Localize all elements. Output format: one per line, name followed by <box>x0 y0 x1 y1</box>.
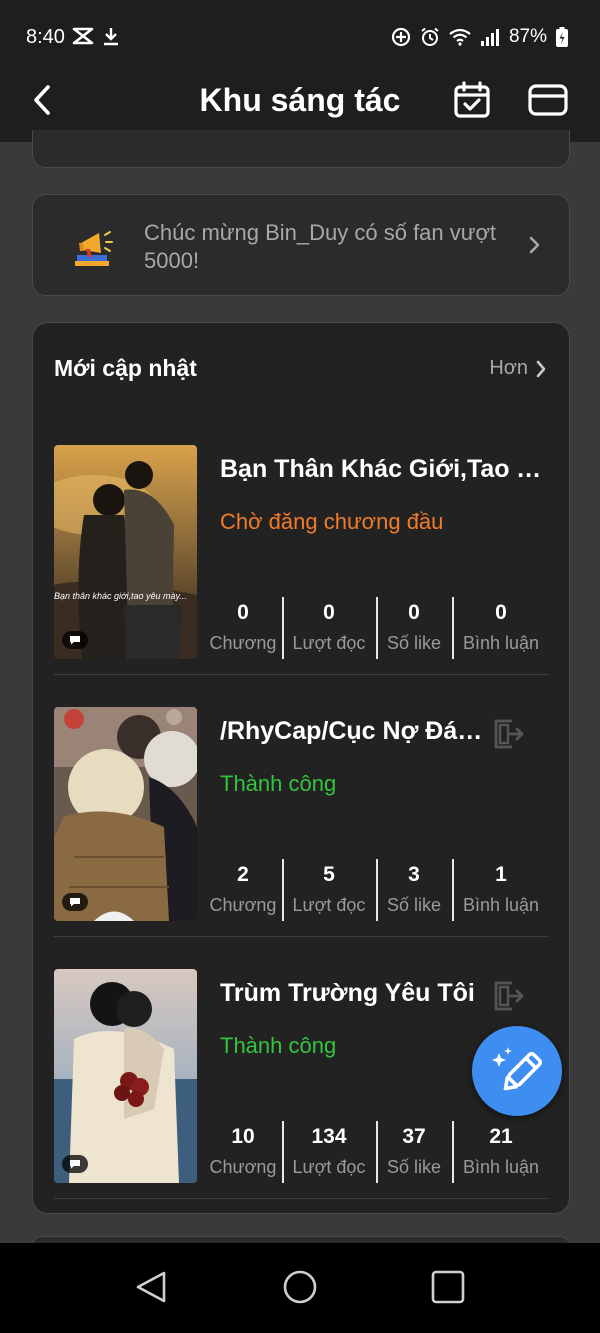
calendar-button[interactable] <box>452 80 492 120</box>
nav-back-icon[interactable] <box>134 1269 170 1305</box>
stat-chapters: 10 Chương <box>204 1121 282 1183</box>
stat-comments: 0 Bình luận <box>452 597 550 659</box>
stat-value: 3 <box>408 863 420 886</box>
stat-label: Số like <box>386 895 442 915</box>
divider <box>54 936 549 937</box>
story-title[interactable]: Trùm Trường Yêu Tôi <box>220 979 486 1008</box>
cover-image <box>54 445 197 659</box>
cover-image <box>54 707 197 921</box>
alarm-icon <box>421 27 439 46</box>
story-stats: 2 Chương 5 Lượt đọc 3 Số like 1 Bình luậ… <box>204 859 550 921</box>
divider <box>54 674 549 675</box>
magic-pen-icon <box>492 1047 543 1091</box>
stat-label: Lượt đọc <box>292 895 366 915</box>
story-title[interactable]: Bạn Thân Khác Giới,Tao Y... <box>220 455 546 484</box>
cover-image <box>54 969 197 1183</box>
stat-label: Chương <box>209 1157 277 1177</box>
system-nav-bar <box>0 1243 600 1333</box>
data-saver-icon <box>391 27 411 47</box>
story-cover[interactable]: Bạn thân khác giới,tao yêu mày... <box>54 445 197 659</box>
stat-likes: 0 Số like <box>376 597 452 659</box>
stat-label: Chương <box>209 633 277 653</box>
previous-card <box>32 130 570 168</box>
capcut-icon <box>72 27 94 45</box>
stat-likes: 37 Số like <box>376 1121 452 1183</box>
stat-label: Bình luận <box>462 633 540 653</box>
story-cover[interactable] <box>54 707 197 921</box>
stat-value: 0 <box>237 601 249 624</box>
story-status: Thành công <box>220 1033 337 1058</box>
story-item[interactable]: /RhyCap/Cục Nợ Đán... Thành công 2 Chươn… <box>54 707 549 921</box>
stat-value: 0 <box>408 601 420 624</box>
stat-value: 0 <box>495 601 507 624</box>
mail-icon <box>528 84 568 116</box>
stat-label: Lượt đọc <box>292 633 366 653</box>
stat-reads: 0 Lượt đọc <box>282 597 376 659</box>
story-item[interactable]: Bạn thân khác giới,tao yêu mày... Bạn Th… <box>54 445 549 659</box>
stat-value: 21 <box>489 1125 513 1148</box>
story-stats: 10 Chương 134 Lượt đọc 37 Số like 21 Bìn… <box>204 1121 550 1183</box>
stat-comments: 1 Bình luận <box>452 859 550 921</box>
stat-value: 5 <box>323 863 335 886</box>
stat-chapters: 2 Chương <box>204 859 282 921</box>
status-bar: 8:40 87% <box>0 0 600 70</box>
stat-value: 0 <box>323 601 335 624</box>
section-title: Mới cập nhật <box>54 355 197 381</box>
status-time: 8:40 <box>26 26 65 48</box>
cover-caption: Bạn thân khác giới,tao yêu mày... <box>54 591 187 601</box>
page-title: Khu sáng tác <box>199 82 401 118</box>
comment-badge <box>62 1155 88 1173</box>
stat-label: Số like <box>386 633 442 653</box>
stat-value: 2 <box>237 863 249 886</box>
more-link[interactable]: Hơn <box>489 357 547 380</box>
stat-comments: 21 Bình luận <box>452 1121 550 1183</box>
battery-percent: 87% <box>508 26 547 47</box>
stat-label: Bình luận <box>462 1157 540 1177</box>
battery-charging-icon <box>556 27 568 47</box>
story-cover[interactable] <box>54 969 197 1183</box>
write-fab-button[interactable] <box>472 1026 562 1116</box>
more-label: Hơn <box>489 357 528 379</box>
comment-badge <box>62 631 88 649</box>
announcement-card[interactable]: Chúc mừng Bin_Duy có số fan vượt 5000! <box>32 194 570 296</box>
signal-icon <box>480 29 499 46</box>
stat-reads: 134 Lượt đọc <box>282 1121 376 1183</box>
stat-label: Số like <box>386 1157 442 1177</box>
stat-reads: 5 Lượt đọc <box>282 859 376 921</box>
publish-icon[interactable] <box>490 979 524 1013</box>
megaphone-icon <box>75 231 113 266</box>
mail-button[interactable] <box>526 80 570 120</box>
wifi-icon <box>449 28 471 46</box>
stat-value: 10 <box>231 1125 255 1148</box>
stat-value: 134 <box>311 1125 347 1148</box>
announcement-text: Chúc mừng Bin_Duy có số fan vượt 5000! <box>144 220 497 273</box>
publish-icon[interactable] <box>490 717 524 751</box>
chevron-right-icon <box>536 360 546 377</box>
story-stats: 0 Chương 0 Lượt đọc 0 Số like 0 Bình luậ… <box>204 597 550 659</box>
stat-value: 1 <box>495 863 507 886</box>
story-status: Thành công <box>220 771 337 796</box>
status-left-icons <box>72 26 120 46</box>
download-icon <box>104 28 118 46</box>
chevron-right-icon <box>529 236 540 254</box>
comment-badge <box>62 893 88 911</box>
stat-chapters: 0 Chương <box>204 597 282 659</box>
divider <box>54 1198 549 1199</box>
chat-bubble-icon <box>70 898 80 907</box>
calendar-check-icon <box>454 81 490 118</box>
stat-label: Lượt đọc <box>292 1157 366 1177</box>
stat-likes: 3 Số like <box>376 859 452 921</box>
story-status: Chờ đăng chương đầu <box>220 509 444 534</box>
stat-value: 37 <box>402 1125 426 1148</box>
stat-label: Chương <box>209 895 277 915</box>
status-right-icons: 87% <box>391 26 568 48</box>
nav-home-icon[interactable] <box>282 1269 318 1305</box>
chat-bubble-icon <box>70 1160 80 1169</box>
chat-bubble-icon <box>70 636 80 645</box>
nav-recents-icon[interactable] <box>430 1269 466 1305</box>
stat-label: Bình luận <box>462 895 540 915</box>
story-title[interactable]: /RhyCap/Cục Nợ Đán... <box>220 717 486 746</box>
